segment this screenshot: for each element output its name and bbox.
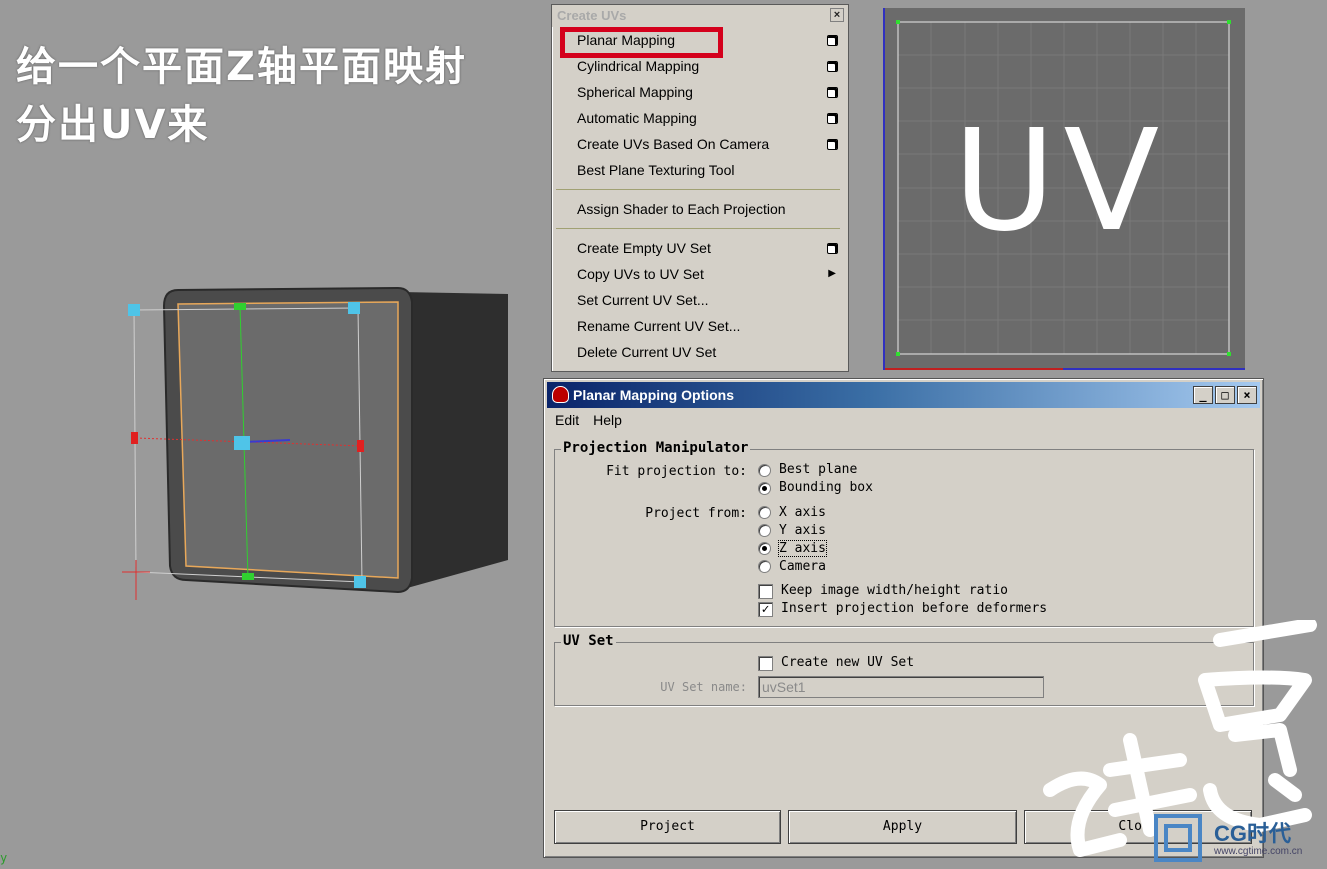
menu-item-label: Copy UVs to UV Set [577, 266, 704, 282]
checkbox-label: Create new UV Set [781, 655, 915, 670]
uv-set-name-label: UV Set name: [660, 680, 747, 694]
close-button[interactable]: × [1237, 386, 1257, 404]
menu-item-label: Create Empty UV Set [577, 240, 711, 256]
uv-texture-editor[interactable]: UV [883, 8, 1245, 370]
project-from-label: Project from: [645, 506, 747, 521]
menu-item-label: Assign Shader to Each Projection [577, 201, 786, 217]
uv-set-name-input[interactable]: uvSet1 [758, 676, 1044, 698]
menu-item-copy-uvs[interactable]: Copy UVs to UV Set ▶ [552, 261, 848, 287]
annotation-line-2: 分出UV来 [16, 102, 210, 148]
group-title: UV Set [561, 633, 616, 649]
cube-model [122, 286, 508, 600]
menu-title-bar[interactable]: Create UVs × [552, 5, 848, 27]
menu-item-label: Automatic Mapping [577, 110, 697, 126]
axis-y-label: y [0, 851, 8, 865]
checkbox-create-new-uv-set[interactable] [758, 656, 773, 671]
radio-label: Bounding box [779, 480, 873, 495]
radio-label: Best plane [779, 462, 858, 477]
uv-set-group: UV Set Create new UV Set UV Set name: uv… [554, 633, 1254, 706]
checkbox-keep-ratio[interactable] [758, 584, 773, 599]
menu-close-button[interactable]: × [830, 8, 844, 22]
submenu-arrow-icon: ▶ [828, 268, 836, 279]
annotation-text: 给一个平面Z轴平面映射 分出UV来 [16, 38, 467, 154]
option-box-icon[interactable] [827, 61, 838, 72]
option-box-icon[interactable] [827, 243, 838, 254]
group-title: Projection Manipulator [561, 440, 751, 456]
window-title: Planar Mapping Options [573, 387, 735, 403]
menu-item-set-current-uv-set[interactable]: Set Current UV Set... [552, 287, 848, 313]
cg-time-logo: CG时代 www.cgtime.com.cn [1152, 810, 1327, 865]
menu-item-label: Spherical Mapping [577, 84, 693, 100]
checkbox-insert-projection[interactable]: ✓ [758, 602, 773, 617]
window-menubar: Edit Help [544, 408, 1263, 432]
menu-item-label: Planar Mapping [577, 32, 676, 48]
checkbox-label: Insert projection before deformers [781, 601, 1048, 616]
menu-item-label: Delete Current UV Set [577, 344, 717, 360]
window-title-bar[interactable]: Planar Mapping Options _ □ × [547, 382, 1260, 408]
annotation-line-1: 给一个平面Z轴平面映射 [16, 44, 468, 90]
menu-divider [552, 222, 848, 235]
cg-logo-icon [1154, 814, 1202, 862]
fit-projection-label: Fit projection to: [606, 464, 747, 479]
create-uvs-menu: Create UVs × Planar Mapping Cylindrical … [551, 4, 849, 372]
menu-item-cylindrical-mapping[interactable]: Cylindrical Mapping [552, 53, 848, 79]
maya-app-icon [552, 386, 569, 403]
radio-z-axis[interactable] [758, 542, 771, 555]
logo-brand-text: CG时代 [1214, 821, 1292, 846]
radio-best-plane[interactable] [758, 464, 771, 477]
option-box-icon[interactable] [827, 35, 838, 46]
menu-item-automatic-mapping[interactable]: Automatic Mapping [552, 105, 848, 131]
menu-item-assign-shader[interactable]: Assign Shader to Each Projection [552, 196, 848, 222]
logo-url-text: www.cgtime.com.cn [1214, 846, 1303, 857]
radio-label: Z axis [778, 540, 827, 557]
menu-item-rename-uv-set[interactable]: Rename Current UV Set... [552, 313, 848, 339]
menu-item-label: Create UVs Based On Camera [577, 136, 770, 152]
menu-item-label: Best Plane Texturing Tool [577, 162, 735, 178]
menu-item-spherical-mapping[interactable]: Spherical Mapping [552, 79, 848, 105]
radio-y-axis[interactable] [758, 524, 771, 537]
menu-item-delete-uv-set[interactable]: Delete Current UV Set [552, 339, 848, 365]
uv-overlay-text: UV [953, 100, 1168, 263]
option-box-icon[interactable] [827, 113, 838, 124]
menu-item-create-empty-uv-set[interactable]: Create Empty UV Set [552, 235, 848, 261]
radio-x-axis[interactable] [758, 506, 771, 519]
viewport-3d[interactable]: y [0, 260, 545, 865]
project-button[interactable]: Project [554, 810, 781, 844]
radio-label: Y axis [779, 523, 826, 538]
menu-item-create-uvs-camera[interactable]: Create UVs Based On Camera [552, 131, 848, 157]
radio-label: Camera [779, 559, 826, 574]
maximize-button[interactable]: □ [1215, 386, 1235, 404]
menu-title: Create UVs [557, 8, 627, 23]
menu-divider [552, 183, 848, 196]
planar-mapping-options-window: Planar Mapping Options _ □ × Edit Help P… [543, 378, 1264, 858]
radio-camera[interactable] [758, 560, 771, 573]
projection-manipulator-group: Projection Manipulator Fit projection to… [554, 440, 1254, 627]
minimize-button[interactable]: _ [1193, 386, 1213, 404]
checkbox-label: Keep image width/height ratio [781, 583, 1008, 598]
menu-help[interactable]: Help [593, 408, 622, 432]
radio-label: X axis [779, 505, 826, 520]
option-box-icon[interactable] [827, 139, 838, 150]
menu-edit[interactable]: Edit [555, 408, 579, 432]
menu-item-planar-mapping[interactable]: Planar Mapping [552, 27, 848, 53]
radio-bounding-box[interactable] [758, 482, 771, 495]
menu-item-label: Cylindrical Mapping [577, 58, 700, 74]
menu-item-label: Set Current UV Set... [577, 292, 709, 308]
menu-item-label: Rename Current UV Set... [577, 318, 741, 334]
apply-button[interactable]: Apply [788, 810, 1017, 844]
option-box-icon[interactable] [827, 87, 838, 98]
menu-item-best-plane-tool[interactable]: Best Plane Texturing Tool [552, 157, 848, 183]
